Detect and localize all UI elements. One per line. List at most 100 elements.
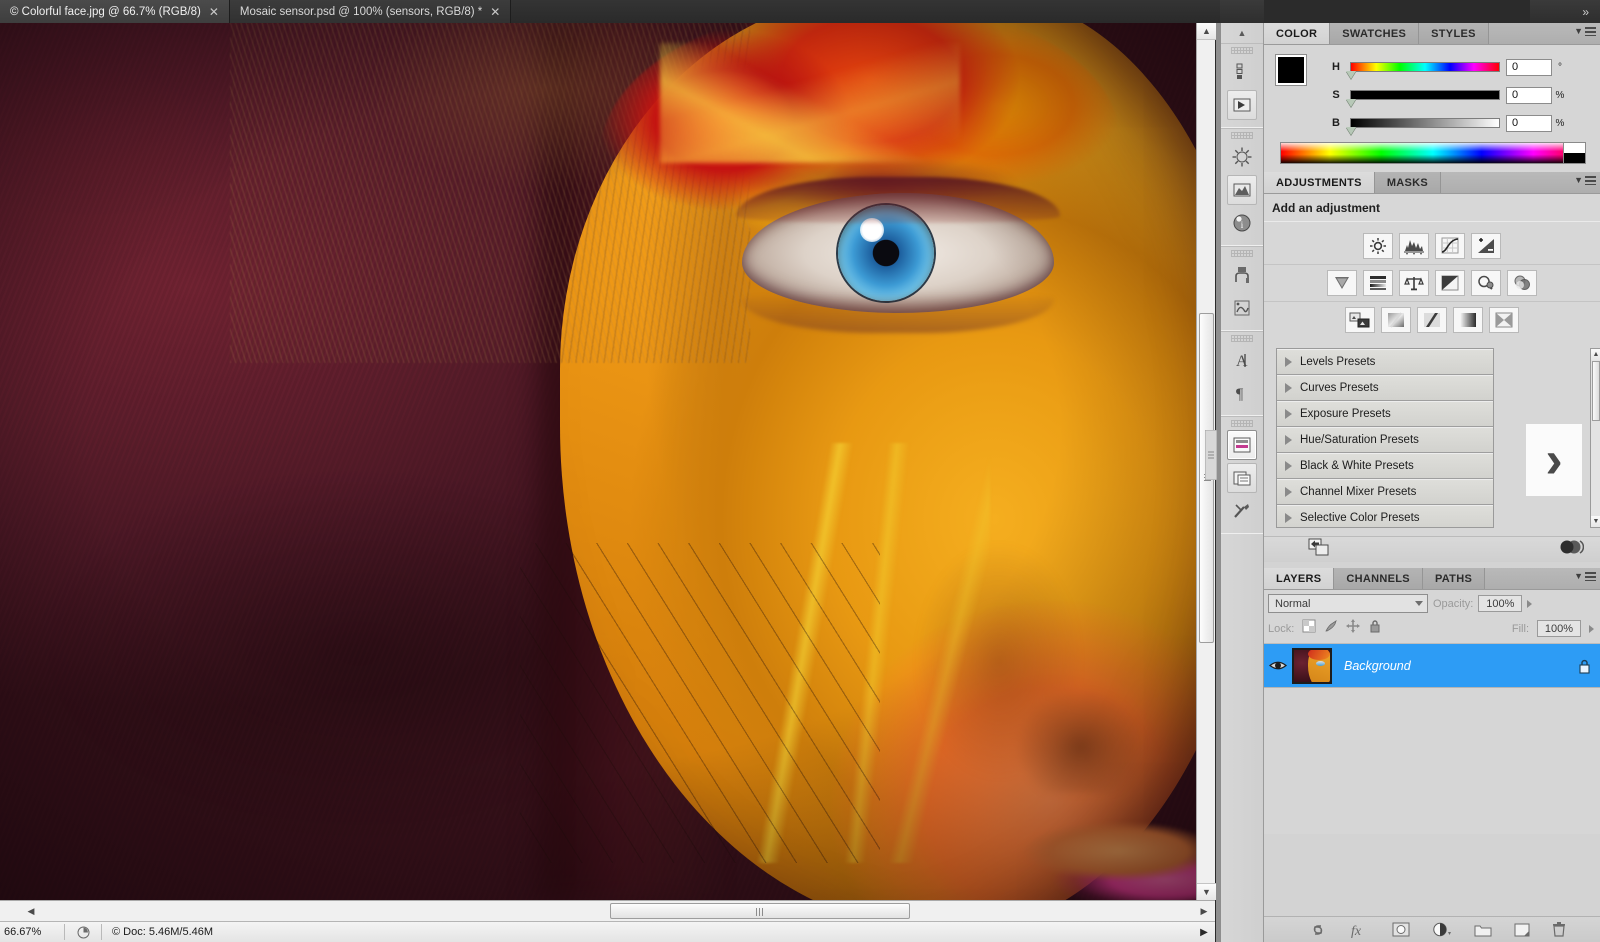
zoom-level[interactable]: 66.67% [0,926,64,938]
lock-all-icon[interactable] [1368,619,1382,638]
dock-grip[interactable] [1231,47,1253,54]
preset-row-levels[interactable]: Levels Presets [1277,349,1493,375]
lock-position-icon[interactable] [1346,619,1361,638]
hue-track[interactable] [1350,62,1500,72]
navigator-icon[interactable] [1227,142,1257,172]
color-spectrum-ramp[interactable] [1280,142,1586,164]
posterize-icon[interactable] [1381,307,1411,333]
photo-filter-icon[interactable] [1471,270,1501,296]
presets-list[interactable]: Levels Presets Curves Presets Exposure P… [1276,348,1494,528]
tool-presets-icon[interactable] [1227,496,1257,526]
preset-row-channel-mixer[interactable]: Channel Mixer Presets [1277,479,1493,505]
saturation-slider[interactable] [1346,90,1500,107]
new-group-icon[interactable] [1474,923,1492,937]
preset-row-hue-saturation[interactable]: Hue/Saturation Presets [1277,427,1493,453]
preset-row-curves[interactable]: Curves Presets [1277,375,1493,401]
triangle-right-icon[interactable] [1285,513,1292,523]
status-play-icon[interactable]: ▶ [1193,927,1215,938]
new-layer-icon[interactable] [1514,923,1530,937]
dock-grip[interactable] [1231,335,1253,342]
black-white-icon[interactable] [1435,270,1465,296]
horizontal-scroll-thumb[interactable] [610,903,910,919]
triangle-right-icon[interactable] [1285,461,1292,471]
preset-row-selective-color[interactable]: Selective Color Presets [1277,505,1493,527]
curves-icon[interactable] [1435,233,1465,259]
fill-input[interactable]: 100% [1537,620,1581,637]
white-black-swatch[interactable] [1563,143,1585,163]
brush-presets-icon[interactable] [1227,293,1257,323]
clone-source-icon[interactable] [1227,260,1257,290]
saturation-track[interactable] [1350,90,1500,100]
mini-bridge-icon[interactable] [1227,57,1257,87]
hue-value-input[interactable]: 0 [1506,58,1552,76]
brightness-track[interactable] [1350,118,1500,128]
color-panel-menu-button[interactable]: ▼ [1574,26,1596,36]
canvas-horizontal-scrollbar[interactable]: ◀ ▶ [0,900,1215,921]
scroll-left-arrow-icon[interactable]: ◀ [22,901,40,921]
hue-saturation-icon[interactable] [1363,270,1393,296]
blend-mode-select[interactable]: Normal [1268,594,1428,613]
gradient-map-icon[interactable] [1453,307,1483,333]
lock-image-pixels-icon[interactable] [1324,619,1338,638]
dock-collapse-arrow-icon[interactable]: ▲ [1221,23,1263,43]
close-icon[interactable]: ✕ [489,5,501,19]
tab-masks[interactable]: MASKS [1374,172,1442,193]
return-to-adjustment-list-icon[interactable] [1308,538,1330,561]
adjustments-panel-menu-button[interactable]: ▼ [1574,175,1596,185]
opacity-input[interactable]: 100% [1478,595,1523,612]
document-tab-mosaic-sensor[interactable]: Mosaic sensor.psd @ 100% (sensors, RGB/8… [229,0,512,23]
hue-slider-thumb[interactable] [1346,71,1356,79]
scroll-up-arrow-icon[interactable]: ▲ [1197,23,1216,40]
tab-styles[interactable]: STYLES [1419,23,1489,44]
play-actions-icon[interactable] [1227,90,1257,120]
exposure-icon[interactable] [1471,233,1501,259]
threshold-icon[interactable] [1417,307,1447,333]
layer-comps-icon[interactable] [1227,463,1257,493]
presets-scroll-down-icon[interactable]: ▼ [1591,516,1600,527]
brightness-slider-thumb[interactable] [1346,127,1356,135]
add-layer-mask-icon[interactable] [1392,922,1410,937]
color-swatches[interactable] [1276,55,1322,101]
tab-adjustments[interactable]: ADJUSTMENTS [1264,172,1375,193]
triangle-right-icon[interactable] [1285,435,1292,445]
channel-mixer-icon[interactable] [1507,270,1537,296]
presets-scrollbar[interactable]: ▲ ▼ [1590,348,1600,528]
tab-color[interactable]: COLOR [1264,23,1331,44]
levels-icon[interactable] [1399,233,1429,259]
hue-slider[interactable] [1346,62,1500,79]
new-adjustment-layer-icon[interactable] [1432,922,1452,937]
collapse-panels-button[interactable]: » [1530,0,1600,23]
preset-row-black-white[interactable]: Black & White Presets [1277,453,1493,479]
panel-expand-chevron-icon[interactable]: › [1526,424,1582,496]
paragraph-icon[interactable]: ¶ [1227,378,1257,408]
toggle-layer-visibility-icon[interactable] [1558,539,1585,560]
presets-scroll-up-icon[interactable]: ▲ [1591,349,1600,360]
layer-style-fx-icon[interactable]: fx [1350,922,1370,938]
brightness-contrast-icon[interactable] [1363,233,1393,259]
color-balance-icon[interactable] [1399,270,1429,296]
tab-layers[interactable]: LAYERS [1264,568,1335,589]
dock-grip[interactable] [1231,250,1253,257]
triangle-right-icon[interactable] [1285,383,1292,393]
status-thumbnail-icon[interactable] [65,926,101,939]
triangle-right-icon[interactable] [1285,357,1292,367]
close-icon[interactable]: ✕ [208,5,220,19]
image-canvas[interactable] [0,23,1196,900]
dock-grip[interactable] [1231,132,1253,139]
layers-empty-area[interactable] [1264,688,1600,834]
scroll-right-arrow-icon[interactable]: ▶ [1195,901,1213,921]
triangle-right-icon[interactable] [1285,487,1292,497]
histogram-icon[interactable] [1227,175,1257,205]
layers-dock-icon[interactable] [1227,430,1257,460]
saturation-slider-thumb[interactable] [1346,99,1356,107]
layer-row-background[interactable]: Background [1264,644,1600,688]
delete-layer-icon[interactable] [1552,922,1566,937]
brightness-value-input[interactable]: 0 [1506,114,1552,132]
document-tab-colorful-face[interactable]: © Colorful face.jpg @ 66.7% (RGB/8) ✕ [0,0,230,23]
link-layers-icon[interactable] [1308,924,1328,936]
tab-swatches[interactable]: SWATCHES [1330,23,1420,44]
presets-scroll-thumb[interactable] [1592,361,1600,421]
lock-transparent-pixels-icon[interactable] [1302,619,1316,638]
character-icon[interactable]: A [1227,345,1257,375]
opacity-stepper-icon[interactable] [1527,599,1533,608]
